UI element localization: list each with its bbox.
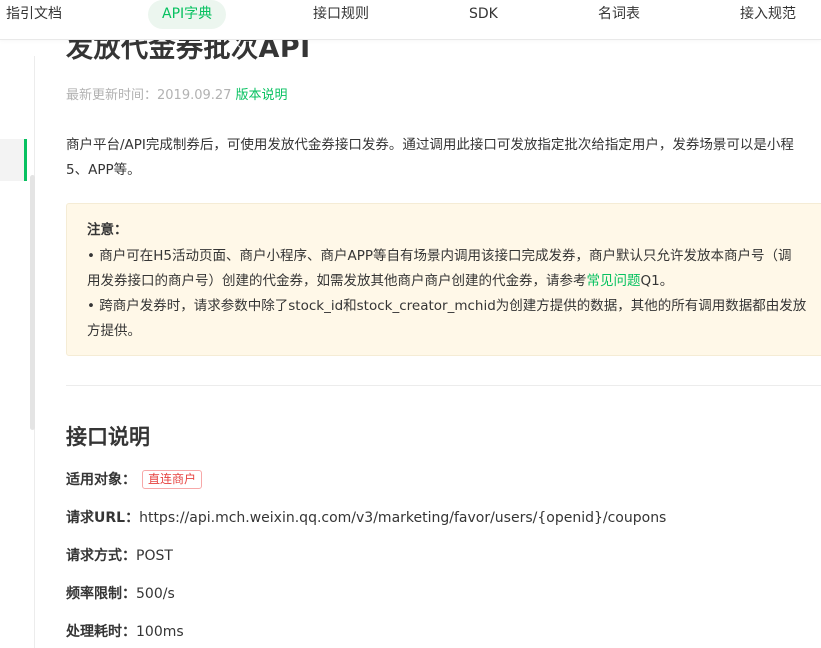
request-url-value: https://api.mch.weixin.qq.com/v3/marketi… bbox=[139, 510, 667, 526]
faq-link[interactable]: 常见问题 bbox=[587, 273, 641, 289]
top-navigation: 指引文档 API字典 接口规则 SDK 名词表 接入规范 bbox=[0, 0, 821, 40]
rate-limit-value: 500/s bbox=[136, 586, 175, 602]
request-method-label: 请求方式： bbox=[66, 548, 136, 564]
nav-item-interface-rules[interactable]: 接口规则 bbox=[313, 0, 369, 29]
processing-time-label: 处理耗时： bbox=[66, 624, 136, 640]
section-divider bbox=[66, 385, 821, 386]
request-method-row: 请求方式：POST bbox=[66, 545, 173, 567]
request-url-row: 请求URL：https://api.mch.weixin.qq.com/v3/m… bbox=[66, 507, 666, 529]
section-title-interface: 接口说明 bbox=[66, 425, 150, 449]
nav-item-api-dictionary[interactable]: API字典 bbox=[148, 0, 227, 29]
applicable-label: 适用对象： bbox=[66, 472, 136, 488]
intro-paragraph: 商户平台/API完成制券后，可使用发放代金券接口发券。通过调用此接口可发放指定批… bbox=[66, 133, 821, 183]
sidebar-active-item[interactable] bbox=[0, 139, 26, 181]
update-meta: 最新更新时间：2019.09.27 版本说明 bbox=[66, 86, 287, 106]
nav-item-sdk[interactable]: SDK bbox=[469, 0, 498, 29]
notice-title: 注意： bbox=[87, 222, 128, 238]
notice-line: • 商户可在H5活动页面、商户小程序、商户APP等自有场景内调用该接口完成发券，… bbox=[87, 248, 792, 264]
notice-text: 用发券接口的商户号）创建的代金券，如需发放其他商户商户创建的代金券，请参考 bbox=[87, 273, 587, 289]
version-notes-link[interactable]: 版本说明 bbox=[235, 88, 287, 103]
processing-time-value: 100ms bbox=[136, 624, 184, 640]
notice-line: • 跨商户发券时，请求参数中除了stock_id和stock_creator_m… bbox=[87, 298, 807, 314]
sidebar-scrollbar[interactable] bbox=[30, 175, 35, 430]
notice-line: 方提供。 bbox=[87, 323, 141, 339]
request-url-label: 请求URL： bbox=[66, 510, 140, 526]
nav-item-guide-docs[interactable]: 指引文档 bbox=[6, 0, 62, 29]
nav-item-access-spec[interactable]: 接入规范 bbox=[740, 0, 796, 29]
rate-limit-label: 频率限制： bbox=[66, 586, 136, 602]
notice-line: 用发券接口的商户号）创建的代金券，如需发放其他商户商户创建的代金券，请参考常见问… bbox=[87, 269, 815, 294]
intro-line: 5、APP等。 bbox=[66, 162, 141, 178]
rate-limit-row: 频率限制：500/s bbox=[66, 583, 175, 605]
intro-line: 商户平台/API完成制券后，可使用发放代金券接口发券。通过调用此接口可发放指定批… bbox=[66, 137, 794, 153]
update-time: 最新更新时间：2019.09.27 bbox=[66, 88, 232, 103]
notice-text: Q1。 bbox=[640, 273, 674, 289]
nav-item-glossary[interactable]: 名词表 bbox=[598, 0, 640, 29]
notice-box: 注意： • 商户可在H5活动页面、商户小程序、商户APP等自有场景内调用该接口完… bbox=[66, 203, 821, 356]
applicable-row: 适用对象： 直连商户 bbox=[66, 469, 203, 491]
sidebar-active-indicator bbox=[24, 139, 27, 181]
processing-time-row: 处理耗时：100ms bbox=[66, 621, 184, 643]
merchant-type-badge: 直连商户 bbox=[142, 470, 203, 489]
request-method-value: POST bbox=[136, 548, 173, 564]
